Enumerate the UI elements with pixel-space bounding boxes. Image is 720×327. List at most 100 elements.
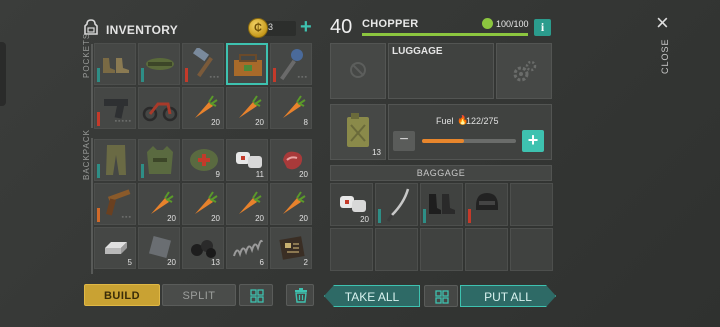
inventory-slot[interactable]: 6 [226, 227, 268, 269]
inventory-slot[interactable] [138, 43, 180, 85]
baggage-slot[interactable] [420, 183, 463, 226]
bandage-icon [236, 152, 262, 168]
motorcycle-icon [142, 102, 178, 122]
close-icon[interactable]: × [656, 12, 669, 34]
inventory-slot[interactable]: ▪▪▪▪▪ [94, 87, 136, 129]
katana-icon [386, 188, 410, 222]
inventory-slot[interactable] [226, 43, 268, 85]
inventory-slot[interactable]: 20 [270, 183, 312, 225]
inventory-slot[interactable]: 2 [270, 227, 312, 269]
jerrycan-icon [347, 113, 369, 147]
durability-dots: ▪▪▪▪▪ [114, 118, 132, 125]
baggage-sort-button[interactable] [424, 285, 458, 307]
inventory-slot[interactable]: 9 [182, 139, 224, 181]
fuel-slider-fill [422, 139, 464, 143]
backpack-grid: 9 11 20 ▪▪▪ 20 20 20 20 5 20 13 6 2 [94, 139, 312, 269]
bandage-icon [340, 196, 366, 212]
fuel-minus-button[interactable]: − [393, 131, 415, 151]
durability-bar [97, 68, 100, 82]
durability-bar [185, 68, 188, 82]
inventory-slot[interactable]: 20 [138, 183, 180, 225]
trash-button[interactable] [286, 284, 314, 306]
item-quantity: 20 [360, 215, 369, 224]
tactical-helmet-icon [476, 193, 498, 210]
put-all-button[interactable]: PUT ALL [460, 285, 556, 307]
grid-sort-icon [435, 290, 449, 304]
inventory-slot[interactable]: 20 [182, 87, 224, 129]
baggage-slot[interactable] [510, 183, 553, 226]
combat-boots-icon [429, 194, 455, 214]
vehicle-level: 40 [330, 16, 353, 38]
hp-bar [362, 33, 528, 36]
take-all-button[interactable]: TAKE ALL [324, 285, 420, 307]
durability-dots: ▪▪▪ [297, 74, 308, 81]
fuel-label: Fuel [436, 116, 454, 126]
baggage-grid: 20 [330, 183, 553, 271]
close-label[interactable]: CLOSE [660, 38, 670, 74]
metal-plate-icon [148, 235, 172, 259]
durability-bar [378, 209, 381, 223]
baggage-slot[interactable] [420, 228, 463, 271]
add-coins-button[interactable]: + [300, 17, 312, 37]
durability-bar [141, 164, 144, 178]
inventory-slot[interactable]: 20 [270, 139, 312, 181]
spring-icon [233, 239, 263, 258]
inventory-slot[interactable]: ▪▪▪ [94, 183, 136, 225]
inventory-slot[interactable] [94, 139, 136, 181]
inventory-slot[interactable] [138, 87, 180, 129]
durability-bar [468, 209, 471, 223]
fuel-value: 122/275 [466, 116, 499, 126]
inventory-slot[interactable]: ▪▪▪ [182, 43, 224, 85]
settings-slot[interactable] [496, 43, 552, 99]
baggage-slot[interactable] [330, 228, 373, 271]
item-quantity: 20 [167, 258, 176, 267]
item-quantity: 20 [255, 214, 264, 223]
vehicle-name: CHOPPER [362, 18, 419, 30]
circuit-icon [279, 236, 305, 260]
item-quantity: 20 [211, 118, 220, 127]
inventory-slot[interactable]: 20 [226, 87, 268, 129]
pistol-icon [104, 99, 128, 119]
inventory-slot[interactable]: 20 [138, 227, 180, 269]
baggage-slot[interactable] [465, 183, 508, 226]
coin-count: 3 [268, 22, 274, 32]
inventory-slot[interactable] [138, 139, 180, 181]
pants-icon [106, 145, 126, 175]
trash-icon [295, 288, 307, 303]
backpack-divider [91, 138, 93, 274]
edge-tab[interactable] [0, 42, 6, 106]
item-quantity: 6 [259, 258, 264, 267]
inventory-slot[interactable]: 20 [182, 183, 224, 225]
inventory-slot[interactable]: ▪▪▪ [270, 43, 312, 85]
ingot-icon [105, 242, 127, 254]
item-quantity: 5 [127, 258, 132, 267]
luggage-title: LUGGAGE [392, 46, 443, 57]
item-quantity: 9 [215, 170, 220, 179]
sort-button[interactable] [239, 284, 273, 306]
item-quantity: 20 [255, 118, 264, 127]
inventory-slot[interactable]: 20 [226, 183, 268, 225]
fuel-plus-button[interactable]: + [522, 130, 544, 152]
durability-bar [423, 209, 426, 223]
inventory-slot[interactable]: 5 [94, 227, 136, 269]
inventory-slot[interactable]: 11 [226, 139, 268, 181]
inventory-slot[interactable]: 8 [270, 87, 312, 129]
baggage-slot[interactable] [465, 228, 508, 271]
item-quantity: 2 [303, 258, 308, 267]
vest-icon [147, 146, 173, 174]
split-button[interactable]: SPLIT [162, 284, 236, 306]
item-quantity: 8 [303, 118, 308, 127]
item-quantity: 13 [211, 258, 220, 267]
baggage-slot[interactable] [510, 228, 553, 271]
inventory-title: INVENTORY [106, 23, 179, 37]
helmet-camo-icon [146, 58, 174, 70]
inventory-slot[interactable]: 13 [182, 227, 224, 269]
baggage-slot[interactable] [375, 183, 418, 226]
build-button[interactable]: BUILD [84, 284, 160, 306]
fuel-can-slot[interactable]: 13 [330, 104, 386, 160]
inventory-slot[interactable] [94, 43, 136, 85]
durability-bar [97, 164, 100, 178]
baggage-slot[interactable]: 20 [330, 183, 373, 226]
info-button[interactable]: i [534, 19, 551, 36]
baggage-slot[interactable] [375, 228, 418, 271]
